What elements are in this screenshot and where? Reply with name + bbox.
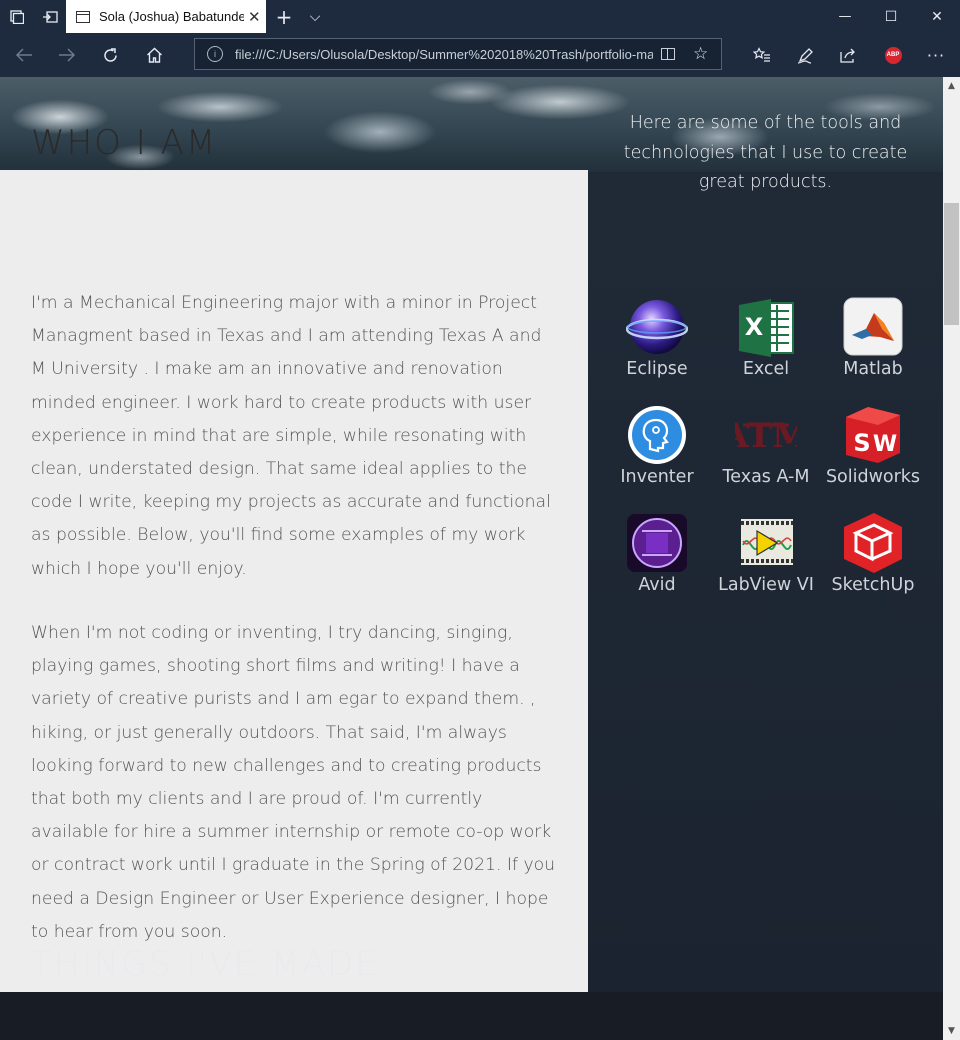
labview-icon (735, 513, 797, 573)
close-window-button[interactable]: ✕ (914, 0, 960, 33)
avid-icon (626, 513, 688, 573)
adblock-plus-icon: ABP (884, 46, 902, 64)
tab-active[interactable]: Sola (Joshua) Babatunde ✕ (66, 0, 266, 33)
web-note-pen-icon[interactable] (785, 33, 825, 77)
tab-preview-chevron-icon[interactable]: ⌵ (300, 0, 330, 33)
about-paragraph-1: I'm a Mechanical Engineering major with … (31, 293, 551, 579)
things-section (0, 992, 943, 1040)
tool-label: Eclipse (626, 359, 688, 379)
forward-arrow-icon[interactable] (47, 33, 87, 77)
tools-intro-text: Here are some of the tools and technolog… (623, 113, 908, 192)
tool-label: Solidworks (825, 467, 921, 487)
svg-text:S: S (853, 429, 870, 457)
tool-label: SketchUp (831, 575, 915, 595)
minimize-button[interactable]: — (822, 0, 868, 33)
info-icon[interactable]: i (207, 46, 223, 62)
tool-label: Texas A-M (722, 467, 810, 487)
tool-eclipse: Eclipse (602, 297, 712, 379)
page-icon (76, 10, 90, 23)
tool-texas-am: ATM Texas A-M (711, 405, 821, 487)
scroll-down-arrow-icon[interactable]: ▼ (943, 1022, 960, 1039)
new-tab-button[interactable]: + (268, 0, 300, 33)
tab-manager-icon (9, 9, 24, 24)
tool-label: LabView VI (718, 575, 814, 595)
svg-text:X: X (745, 313, 764, 341)
about-paragraph-2: When I'm not coding or inventing, I try … (31, 623, 556, 942)
about-heading: WHO I AM (31, 123, 218, 163)
tool-excel: X Excel (711, 297, 821, 379)
adblock-plus-button[interactable]: ABP (873, 33, 913, 77)
tool-label: Matlab (843, 359, 903, 379)
scrollbar-thumb[interactable] (944, 203, 959, 325)
share-icon[interactable] (828, 33, 868, 77)
things-heading: THINGS I'VE MADE (31, 944, 379, 984)
refresh-icon[interactable] (90, 33, 130, 77)
tab-close-icon[interactable]: ✕ (248, 8, 261, 26)
matlab-icon (842, 297, 904, 357)
svg-text:ATM: ATM (735, 416, 797, 456)
texas-am-icon: ATM (721, 405, 809, 465)
tool-matlab: Matlab (818, 297, 928, 379)
tool-sketchup: SketchUp (818, 513, 928, 595)
tool-avid: Avid (602, 513, 712, 595)
eclipse-icon (625, 297, 689, 357)
tool-label: Inventer (620, 467, 694, 487)
set-tabs-aside-button[interactable] (33, 0, 66, 33)
reading-view-icon[interactable] (661, 48, 675, 60)
scroll-up-arrow-icon[interactable]: ▲ (943, 77, 960, 94)
inventor-icon (626, 405, 688, 465)
favorite-star-icon[interactable]: ☆ (693, 44, 708, 64)
maximize-button[interactable]: ☐ (868, 0, 914, 33)
back-arrow-icon[interactable] (4, 33, 44, 77)
tool-labview: LabView VI (711, 513, 821, 595)
favorites-hub-icon[interactable] (742, 33, 782, 77)
more-menu-icon[interactable]: ··· (916, 33, 956, 77)
tab-title: Sola (Joshua) Babatunde (99, 9, 244, 24)
sketchup-icon (842, 513, 904, 573)
tool-label: Excel (742, 359, 790, 379)
svg-text:W: W (873, 432, 897, 457)
tool-inventor: Inventer (602, 405, 712, 487)
tool-label: Avid (638, 575, 676, 595)
url-text[interactable]: file:///C:/Users/Olusola/Desktop/Summer%… (235, 47, 653, 62)
solidworks-icon: S W (842, 405, 904, 465)
home-icon[interactable] (134, 33, 174, 77)
excel-icon: X (735, 297, 797, 357)
tab-manager-button[interactable] (0, 0, 33, 33)
tool-solidworks: S W Solidworks (818, 405, 928, 487)
tabs-aside-icon (42, 10, 58, 23)
address-bar[interactable]: i file:///C:/Users/Olusola/Desktop/Summe… (194, 38, 722, 70)
